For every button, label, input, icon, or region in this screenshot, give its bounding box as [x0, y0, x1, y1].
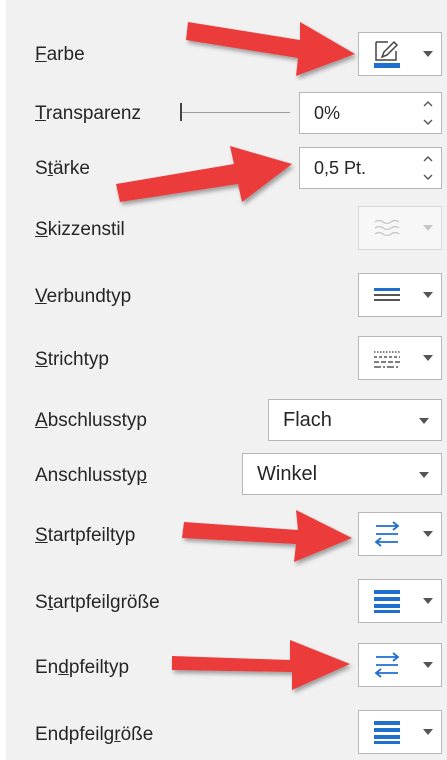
annotation-arrow-icon	[186, 22, 355, 76]
annotation-arrow-icon	[116, 146, 292, 202]
annotation-arrows	[116, 22, 355, 690]
annotation-arrow-icon	[172, 640, 350, 690]
annotation-arrow-icon	[182, 510, 352, 562]
